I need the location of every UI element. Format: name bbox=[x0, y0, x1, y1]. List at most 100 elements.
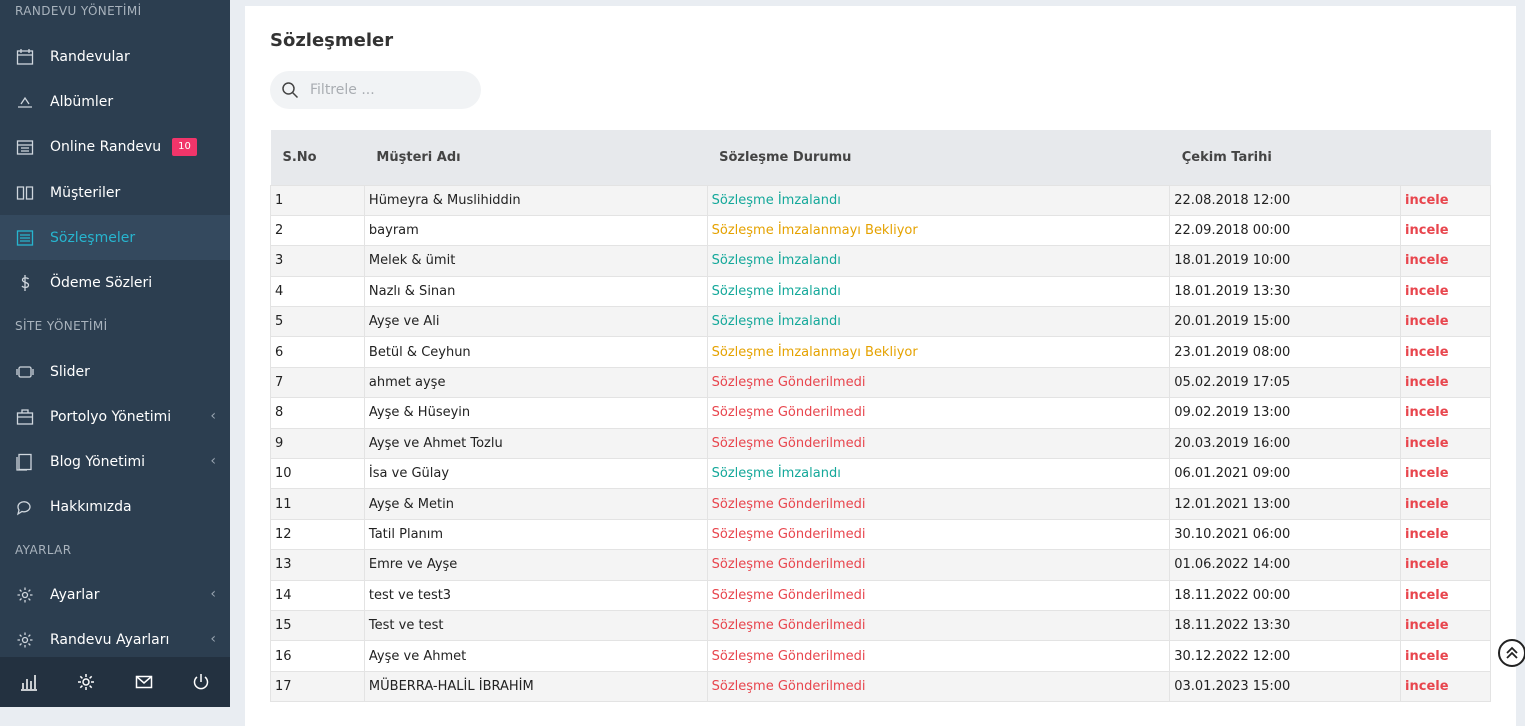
column-header[interactable]: Müşteri Adı bbox=[364, 130, 707, 185]
row-number: 6 bbox=[270, 336, 365, 368]
contracts-table: S.No Müşteri Adı Sözleşme Durumu Çekim T… bbox=[270, 130, 1491, 703]
portfolio-icon bbox=[15, 407, 35, 427]
row-number: 9 bbox=[270, 427, 365, 460]
sidebar-item-sozlesmeler[interactable]: Sözleşmeler bbox=[0, 215, 230, 260]
sidebar-footer bbox=[0, 657, 230, 707]
sidebar-item-label: Blog Yönetimi bbox=[50, 453, 146, 470]
incele-link[interactable]: incele bbox=[1400, 488, 1491, 520]
row-number: 4 bbox=[270, 275, 365, 308]
incele-link[interactable]: incele bbox=[1400, 518, 1491, 551]
incele-link[interactable]: incele bbox=[1400, 245, 1491, 277]
sidebar-item-hakkimizda[interactable]: Hakkımızda bbox=[0, 484, 230, 529]
shoot-date: 18.01.2019 10:00 bbox=[1169, 245, 1402, 277]
sidebar-item-label: Albümler bbox=[50, 93, 114, 110]
column-header[interactable]: Sözleşme Durumu bbox=[707, 130, 1170, 185]
shoot-date: 30.12.2022 12:00 bbox=[1169, 640, 1402, 672]
sidebar-item-ayarlar[interactable]: Ayarlar ‹ bbox=[0, 572, 230, 617]
mail-icon[interactable] bbox=[115, 657, 173, 707]
table-row: 16 Ayşe ve Ahmet Sözleşme Gönderilmedi 30.1… bbox=[270, 640, 1491, 672]
contract-status: Sözleşme İmzalandı bbox=[706, 458, 1171, 490]
sidebar-item-randevu-ayarlari[interactable]: Randevu Ayarları ‹ bbox=[0, 617, 230, 662]
incele-link[interactable]: incele bbox=[1400, 397, 1491, 429]
incele-link[interactable]: incele bbox=[1400, 549, 1491, 581]
filter-input[interactable] bbox=[310, 82, 470, 98]
sidebar-item-label: Ödeme Sözleri bbox=[50, 274, 153, 291]
row-number: 14 bbox=[270, 579, 365, 611]
sidebar-item-blog[interactable]: Blog Yönetimi ‹ bbox=[0, 439, 230, 484]
table-header-row: S.No Müşteri Adı Sözleşme Durumu Çekim T… bbox=[270, 130, 1491, 185]
table-row: 1 Hümeyra & Muslihiddin Sözleşme İmzalandı… bbox=[270, 184, 1491, 216]
incele-link[interactable]: incele bbox=[1400, 640, 1491, 672]
sidebar-item-label: Randevular bbox=[50, 48, 130, 65]
customer-name: İsa ve Gülay bbox=[363, 458, 708, 490]
calendar-check-icon bbox=[15, 137, 35, 157]
incele-link[interactable]: incele bbox=[1400, 275, 1491, 308]
customer-name: ahmet ayşe bbox=[363, 366, 708, 399]
row-number: 10 bbox=[270, 458, 365, 490]
gear-icon bbox=[15, 630, 35, 650]
contract-status: Sözleşme Gönderilmedi bbox=[706, 397, 1171, 429]
sidebar: RANDEVU YÖNETİMİ Randevular Albümler Onl… bbox=[0, 0, 230, 707]
row-number: 11 bbox=[270, 488, 365, 520]
row-number: 17 bbox=[270, 670, 365, 703]
customer-name: Hümeyra & Muslihiddin bbox=[363, 184, 708, 216]
contract-status: Sözleşme Gönderilmedi bbox=[706, 670, 1171, 703]
customer-name: Ayşe & Hüseyin bbox=[363, 397, 708, 429]
customer-name: test ve test3 bbox=[363, 579, 708, 611]
contract-status: Sözleşme İmzalandı bbox=[706, 306, 1171, 338]
incele-link[interactable]: incele bbox=[1400, 609, 1491, 642]
incele-link[interactable]: incele bbox=[1400, 427, 1491, 460]
incele-link[interactable]: incele bbox=[1400, 184, 1491, 216]
table-row: 8 Ayşe & Hüseyin Sözleşme Gönderilmedi 09.0… bbox=[270, 397, 1491, 429]
sidebar-item-musteriler[interactable]: Müşteriler bbox=[0, 170, 230, 215]
shoot-date: 20.03.2019 16:00 bbox=[1169, 427, 1402, 460]
settings-icon[interactable] bbox=[58, 657, 116, 707]
shoot-date: 18.11.2022 13:30 bbox=[1169, 609, 1402, 642]
incele-link[interactable]: incele bbox=[1400, 579, 1491, 611]
sidebar-item-label: Sözleşmeler bbox=[50, 229, 136, 246]
column-header[interactable]: Çekim Tarihi bbox=[1170, 130, 1401, 185]
sidebar-item-online-randevu[interactable]: Online Randevu 10 bbox=[0, 124, 230, 169]
contract-status: Sözleşme Gönderilmedi bbox=[706, 549, 1171, 581]
sidebar-item-label: Slider bbox=[50, 363, 90, 380]
row-number: 3 bbox=[270, 245, 365, 277]
sidebar-item-randevular[interactable]: Randevular bbox=[0, 34, 230, 79]
shoot-date: 03.01.2023 15:00 bbox=[1169, 670, 1402, 703]
row-number: 7 bbox=[270, 366, 365, 399]
incele-link[interactable]: incele bbox=[1400, 670, 1491, 703]
sidebar-item-slider[interactable]: Slider bbox=[0, 349, 230, 394]
customer-name: MÜBERRA-HALİL İBRAHİM bbox=[363, 670, 708, 703]
customer-name: bayram bbox=[363, 214, 708, 247]
customer-name: Ayşe & Metin bbox=[363, 488, 708, 520]
incele-link[interactable]: incele bbox=[1400, 366, 1491, 399]
stats-icon[interactable] bbox=[0, 657, 58, 707]
shoot-date: 22.09.2018 00:00 bbox=[1169, 214, 1402, 247]
incele-link[interactable]: incele bbox=[1400, 458, 1491, 490]
row-number: 12 bbox=[270, 518, 365, 551]
power-icon[interactable] bbox=[173, 657, 231, 707]
table-row: 14 test ve test3 Sözleşme Gönderilmedi 18.1… bbox=[270, 579, 1491, 611]
contract-status: Sözleşme Gönderilmedi bbox=[706, 427, 1171, 460]
incele-link[interactable]: incele bbox=[1400, 214, 1491, 247]
sidebar-item-portfolyo[interactable]: Portolyo Yönetimi ‹ bbox=[0, 394, 230, 439]
sidebar-item-odeme-sozleri[interactable]: Ödeme Sözleri bbox=[0, 260, 230, 305]
album-icon bbox=[15, 92, 35, 112]
section-ayarlar: AYARLAR bbox=[15, 543, 72, 557]
row-number: 15 bbox=[270, 609, 365, 642]
sidebar-item-albumler[interactable]: Albümler bbox=[0, 79, 230, 124]
incele-link[interactable]: incele bbox=[1400, 336, 1491, 368]
sidebar-item-label: Online Randevu bbox=[50, 138, 162, 155]
incele-link[interactable]: incele bbox=[1400, 306, 1491, 338]
filter-box[interactable] bbox=[270, 71, 481, 109]
table-row: 15 Test ve test Sözleşme Gönderilmedi 18.11… bbox=[270, 609, 1491, 642]
chevron-double-up-icon[interactable] bbox=[1498, 639, 1525, 667]
row-number: 5 bbox=[270, 306, 365, 338]
contract-status: Sözleşme İmzalandı bbox=[706, 184, 1171, 216]
row-number: 13 bbox=[270, 549, 365, 581]
row-number: 1 bbox=[270, 184, 365, 216]
chevron-left-icon: ‹ bbox=[210, 453, 216, 469]
column-header[interactable]: S.No bbox=[271, 130, 365, 185]
table-row: 13 Emre ve Ayşe Sözleşme Gönderilmedi 01.06… bbox=[270, 549, 1491, 581]
contract-status: Sözleşme Gönderilmedi bbox=[706, 518, 1171, 551]
shoot-date: 20.01.2019 15:00 bbox=[1169, 306, 1402, 338]
